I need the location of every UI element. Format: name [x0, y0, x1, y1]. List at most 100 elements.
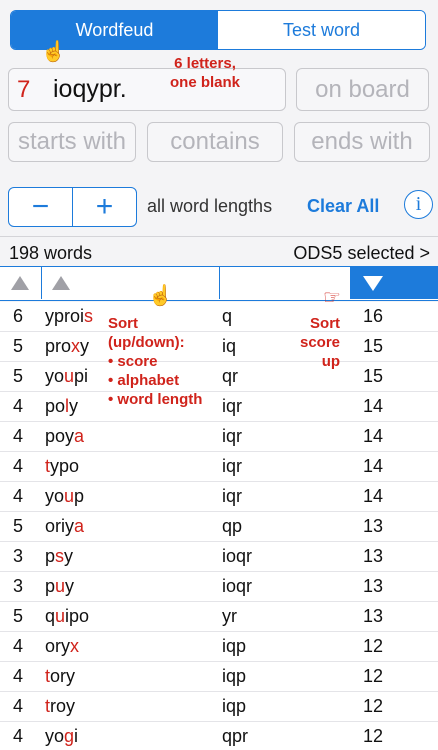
word-score: 13 [363, 546, 384, 566]
rack-input[interactable]: 7 ioqypr. [8, 68, 286, 111]
word-length: 5 [13, 366, 24, 386]
list-item[interactable]: 4 tory iqp 12 [0, 662, 438, 692]
word-part: ypo [50, 456, 80, 476]
highlighted-letters: s [55, 546, 65, 566]
word-score: 15 [363, 336, 384, 356]
list-item[interactable]: 4 oryx iqp 12 [0, 632, 438, 662]
starts-with-field[interactable]: starts with [8, 122, 136, 162]
contains-field[interactable]: contains [147, 122, 283, 162]
decrease-length-button[interactable]: − [9, 188, 72, 226]
word-length: 4 [13, 666, 24, 686]
sort-header [0, 266, 438, 301]
sort-score-button[interactable] [351, 267, 438, 299]
word-length: 4 [13, 636, 24, 656]
mode-segmented-control: Wordfeud Test word [10, 10, 426, 50]
remaining-rack: q [222, 306, 233, 326]
word-part: y [65, 576, 75, 596]
list-item[interactable]: 3 puy ioqr 13 [0, 572, 438, 602]
clear-all-button[interactable]: Clear All [307, 196, 379, 217]
list-item[interactable]: 4 yogi qpr 12 [0, 722, 438, 750]
word-score: 13 [363, 516, 384, 536]
word-part: yo [45, 366, 65, 386]
remaining-rack: qr [222, 366, 239, 386]
word-length: 3 [13, 576, 24, 596]
word-part: yo [45, 486, 65, 506]
list-item[interactable]: 5 quipo yr 13 [0, 602, 438, 632]
word-score: 13 [363, 576, 384, 596]
word: yogi [45, 726, 78, 747]
word-part: i [74, 726, 79, 746]
results-summary: 198 words ODS5 selected > [0, 236, 438, 266]
annotation-letters: 6 letters, one blank [170, 55, 241, 91]
sort-alphabet-button[interactable] [42, 267, 220, 299]
highlighted-letters: u [55, 606, 66, 626]
word-length: 4 [13, 486, 24, 506]
rack-letters: ioqypr. [53, 75, 127, 103]
list-item[interactable]: 4 poly iqr 14 [0, 392, 438, 422]
highlighted-letters: x [71, 336, 81, 356]
word-part: ory [45, 636, 71, 656]
annotation-sort-help: Sort (up/down): • score • alphabet • wor… [108, 315, 203, 408]
word-score: 13 [363, 606, 384, 626]
list-item[interactable]: 5 youpi qr 15 [0, 362, 438, 392]
word-length: 4 [13, 726, 24, 746]
word-length-label: all word lengths [147, 196, 273, 216]
triangle-up-icon [52, 276, 70, 290]
word-part: po [45, 396, 66, 416]
remaining-rack: iqr [222, 456, 243, 476]
ends-with-field[interactable]: ends with [294, 122, 430, 162]
word-length: 4 [13, 396, 24, 416]
list-item[interactable]: 4 typo iqr 14 [0, 452, 438, 482]
remaining-rack: ioqr [222, 576, 253, 596]
on-board-field[interactable]: on board [296, 68, 429, 111]
word-score: 16 [363, 306, 384, 326]
word-length: 4 [13, 426, 24, 446]
list-item[interactable]: 5 oriya qp 13 [0, 512, 438, 542]
word-part: y [69, 396, 79, 416]
list-item[interactable]: 4 troy iqp 12 [0, 692, 438, 722]
dictionary-selector[interactable]: ODS5 selected > [293, 243, 430, 264]
highlighted-letters: u [64, 366, 75, 386]
list-item[interactable]: 5 proxy iq 15 [0, 332, 438, 362]
word-length: 5 [13, 336, 24, 356]
word-score: 12 [363, 696, 384, 716]
remaining-rack: qp [222, 516, 243, 536]
pointing-hand-icon: ☝ [148, 285, 173, 307]
highlighted-letters: u [55, 576, 66, 596]
sort-length-button[interactable] [0, 267, 42, 299]
word-score: 14 [363, 426, 384, 446]
word-length: 6 [13, 306, 24, 326]
letter-count: 7 [17, 75, 31, 103]
word-part: p [45, 576, 56, 596]
word-length-stepper: − + [8, 187, 137, 227]
word-length: 4 [13, 696, 24, 716]
pointing-hand-icon: ☞ [323, 287, 341, 309]
remaining-rack: iqp [222, 636, 247, 656]
highlighted-letters: s [84, 306, 94, 326]
word-length: 5 [13, 516, 24, 536]
word: youp [45, 486, 84, 507]
highlighted-letters: a [74, 426, 85, 446]
word-part: y [80, 336, 90, 356]
word-score: 14 [363, 486, 384, 506]
tab-test-word[interactable]: Test word [218, 11, 425, 49]
word-score: 15 [363, 366, 384, 386]
increase-length-button[interactable]: + [72, 188, 136, 226]
remaining-rack: iqr [222, 426, 243, 446]
word: quipo [45, 606, 89, 627]
word: oryx [45, 636, 79, 657]
remaining-rack: ioqr [222, 546, 253, 566]
list-item[interactable]: 3 psy ioqr 13 [0, 542, 438, 572]
word-part: pro [45, 336, 72, 356]
pointing-hand-icon: ☝ [41, 41, 66, 63]
word-part: pi [74, 366, 89, 386]
list-item[interactable]: 4 youp iqr 14 [0, 482, 438, 512]
word-part: p [74, 486, 85, 506]
word-score: 12 [363, 726, 384, 746]
list-item[interactable]: 6 yprois q 16 [0, 302, 438, 332]
info-icon[interactable]: i [404, 190, 433, 219]
remaining-rack: yr [222, 606, 237, 626]
list-item[interactable]: 4 poya iqr 14 [0, 422, 438, 452]
remaining-rack: qpr [222, 726, 249, 746]
word: troy [45, 696, 75, 717]
